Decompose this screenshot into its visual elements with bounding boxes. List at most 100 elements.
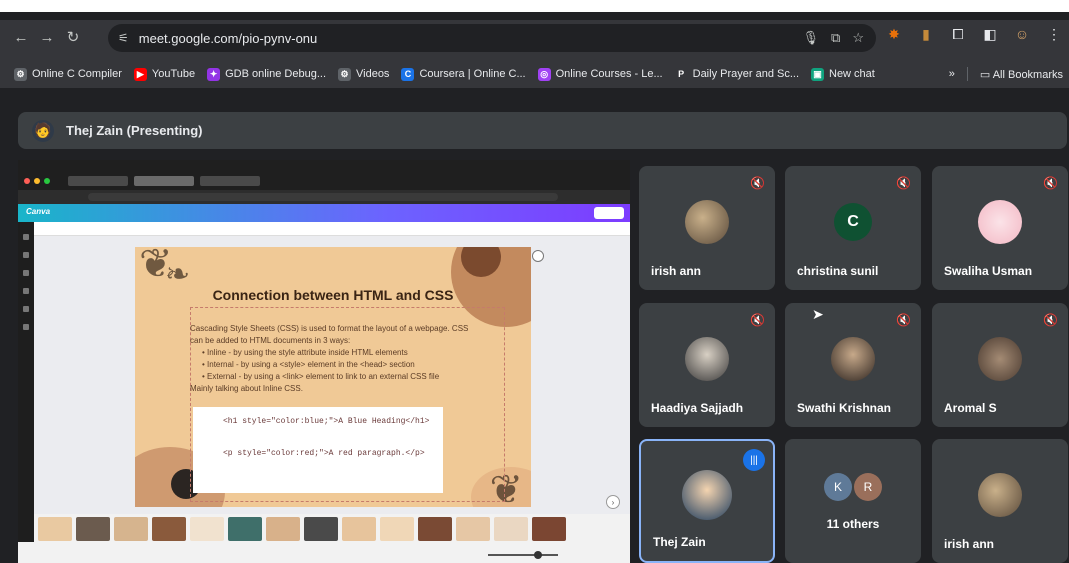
top-strip xyxy=(0,0,1069,12)
bookmarks-right: » ▭ All Bookmarks xyxy=(949,60,1063,88)
bookmark-item[interactable]: ⚙ Online C Compiler xyxy=(14,67,122,81)
participant-name: Haadiya Sajjadh xyxy=(651,401,744,415)
bookmark-item[interactable]: ◎ Online Courses - Le... xyxy=(537,67,663,81)
others-avatars: K R xyxy=(824,473,882,501)
bookmark-label: Daily Prayer and Sc... xyxy=(692,68,799,80)
avatar: C xyxy=(834,202,872,241)
bookmark-item[interactable]: ⚙ Videos xyxy=(338,67,389,81)
bookmark-label: Coursera | Online C... xyxy=(419,68,526,80)
bookmark-label: New chat xyxy=(829,68,875,80)
omnibox[interactable]: ⚟ meet.google.com/pio-pynv-onu 🎙 ⧉ ☆ xyxy=(108,24,876,52)
url-text[interactable]: meet.google.com/pio-pynv-onu xyxy=(139,31,318,46)
slide-thumbnail[interactable] xyxy=(114,517,148,541)
slide-thumbnail[interactable] xyxy=(494,517,528,541)
bookmark-icon: ◎ xyxy=(537,67,551,81)
code-line: <p style="color:red;">A red paragraph.</… xyxy=(223,449,425,458)
menu-icon[interactable]: ⋮ xyxy=(1045,26,1063,43)
bookmark-icon: ✦ xyxy=(207,67,221,81)
code-box: <h1 style="color:blue;">A Blue Heading</… xyxy=(193,407,443,493)
slide-thumbnail[interactable] xyxy=(342,517,376,541)
mic-off-icon: 🔇 xyxy=(1043,313,1058,327)
zoom-slider[interactable] xyxy=(534,551,542,559)
mouse-cursor: ➤ xyxy=(812,306,824,322)
slide-title: Connection between HTML and CSS xyxy=(212,287,454,303)
presenter-bar: 🧑 Thej Zain (Presenting) xyxy=(18,112,1067,149)
all-bookmarks-button[interactable]: ▭ All Bookmarks xyxy=(980,68,1063,81)
bookmark-icon: ▶ xyxy=(133,67,147,81)
profile-icon[interactable]: ☺ xyxy=(1013,26,1031,43)
slide-thumbnail[interactable] xyxy=(304,517,338,541)
slide-thumbnail[interactable] xyxy=(228,517,262,541)
participant-name: irish ann xyxy=(944,537,995,551)
bookmark-icon: ⚙ xyxy=(338,67,351,81)
avatar xyxy=(831,336,875,381)
slide-thumbnails xyxy=(38,517,618,543)
slide-thumbnail[interactable] xyxy=(532,517,566,541)
more-bookmarks-icon[interactable]: » xyxy=(949,68,955,80)
bookmark-item[interactable]: ✦ GDB online Debug... xyxy=(207,67,326,81)
participant-tile[interactable]: irish ann xyxy=(932,439,1068,563)
participant-tile-active[interactable]: ||| Thej Zain xyxy=(639,439,775,563)
back-icon[interactable]: ← xyxy=(8,29,34,46)
participant-tile[interactable]: 🔇 Aromal S xyxy=(932,303,1068,427)
slide-thumbnail[interactable] xyxy=(418,517,452,541)
slide-bullet: Inline - by using the style attribute in… xyxy=(202,347,480,359)
slide-thumbnail[interactable] xyxy=(266,517,300,541)
extension-icon[interactable]: ✸ xyxy=(885,26,903,43)
participant-tile[interactable]: 🔇 Swathi Krishnan xyxy=(785,303,921,427)
sidepanel-icon[interactable]: ◧ xyxy=(981,26,999,43)
slide-refresh-icon[interactable] xyxy=(532,250,544,262)
shared-browser-chrome xyxy=(18,160,630,190)
bookmark-icon: ⚙ xyxy=(14,67,27,81)
shared-toolbar xyxy=(34,222,630,236)
slide-body: Cascading Style Sheets (CSS) is used to … xyxy=(190,323,480,395)
mic-off-icon: 🔇 xyxy=(1043,176,1058,190)
presenter-label: Thej Zain (Presenting) xyxy=(66,123,203,138)
avatar xyxy=(682,470,732,520)
bookmark-item[interactable]: ▣ New chat xyxy=(811,67,875,81)
puzzle-icon[interactable]: ⧠ xyxy=(949,26,967,43)
shared-canva-header: Canva xyxy=(18,204,630,222)
participant-tile[interactable]: 🔇 Swaliha Usman xyxy=(932,166,1068,290)
participant-tile[interactable]: 🔇 C christina sunil xyxy=(785,166,921,290)
speaking-icon: ||| xyxy=(743,449,765,471)
extension-icon[interactable]: ▮ xyxy=(917,26,935,43)
mic-icon[interactable]: 🎙 xyxy=(803,30,820,46)
bookmark-label: GDB online Debug... xyxy=(225,68,326,80)
bookmark-item[interactable]: C Coursera | Online C... xyxy=(401,67,526,81)
slide-bullet: Internal - by using a <style> element in… xyxy=(202,359,480,371)
next-slide-icon[interactable]: › xyxy=(606,495,620,509)
slide-thumbnail[interactable] xyxy=(38,517,72,541)
avatar xyxy=(978,199,1022,244)
avatar xyxy=(978,336,1022,381)
forward-icon[interactable]: → xyxy=(34,29,60,46)
shared-sidebar xyxy=(18,222,34,542)
participant-name: irish ann xyxy=(651,264,702,278)
others-tile[interactable]: K R 11 others xyxy=(785,439,921,563)
avatar: R xyxy=(854,473,882,501)
bookmark-item[interactable]: ▶ YouTube xyxy=(133,67,195,81)
participant-tile[interactable]: 🔇 irish ann xyxy=(639,166,775,290)
others-count: 11 others xyxy=(826,517,880,531)
avatar: K xyxy=(824,473,852,501)
mic-off-icon: 🔇 xyxy=(896,313,911,327)
star-icon[interactable]: ☆ xyxy=(852,30,864,46)
avatar xyxy=(685,336,729,381)
bookmark-label: Online C Compiler xyxy=(32,68,122,80)
participant-name: christina sunil xyxy=(797,264,879,278)
bookmarks-bar: ⚙ Online C Compiler ▶ YouTube ✦ GDB online De… xyxy=(0,60,1069,88)
slide-thumbnail[interactable] xyxy=(380,517,414,541)
avatar xyxy=(978,472,1022,517)
reload-icon[interactable]: ↻ xyxy=(60,28,86,46)
bookmark-icon: ▣ xyxy=(811,67,824,81)
bookmark-item[interactable]: P Daily Prayer and Sc... xyxy=(674,67,799,81)
slide-thumbnail[interactable] xyxy=(456,517,490,541)
extensions: ✸ ▮ ⧠ ◧ ☺ ⋮ xyxy=(885,26,1063,43)
participant-tile[interactable]: 🔇 Haadiya Sajjadh xyxy=(639,303,775,427)
site-settings-icon[interactable]: ⚟ xyxy=(118,31,129,45)
slide-thumbnail[interactable] xyxy=(190,517,224,541)
slide-thumbnail[interactable] xyxy=(76,517,110,541)
slide: ❦ ❧ ❦ Connection between HTML and CSS Ca… xyxy=(135,247,531,507)
share-tab-icon[interactable]: ⧉ xyxy=(831,30,840,46)
slide-thumbnail[interactable] xyxy=(152,517,186,541)
